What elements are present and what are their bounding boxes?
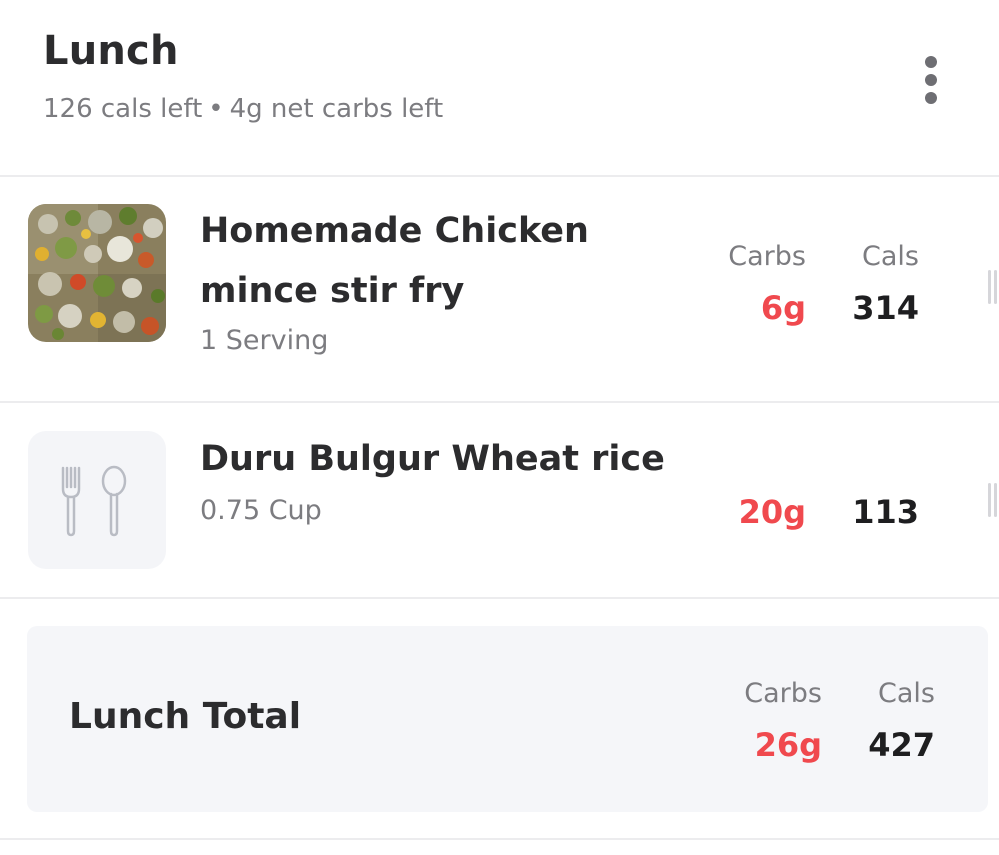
meal-header: Lunch 126 cals left • 4g net carbs left [0,0,999,177]
cals-column-label: Cals [862,241,919,272]
meal-card: Lunch 126 cals left•4g net carbs left [0,0,999,855]
drag-handle-icon[interactable] [988,483,999,517]
serving-size: 1 Serving [200,325,329,356]
food-name: Homemade Chicken mince stir fry [200,211,589,311]
carbs-value: 20g [738,493,806,531]
food-entry-row[interactable]: Duru Bulgur Wheat rice 0.75 Cup 20g 113 [0,403,999,599]
cals-column-label: Cals [878,678,935,709]
cals-left-text: 126 cals left [43,94,203,124]
serving-size: 0.75 Cup [200,495,322,526]
carbs-column-label: Carbs [744,678,822,709]
cals-value: 113 [852,493,919,531]
food-photo[interactable] [28,204,166,342]
divider [0,838,999,840]
meal-total-label: Lunch Total [69,696,302,737]
total-carbs-value: 26g [754,726,822,764]
food-name: Duru Bulgur Wheat rice [200,439,665,479]
cals-value: 314 [852,289,919,327]
total-cals-value: 427 [868,726,935,764]
food-entry-row[interactable]: Homemade Chicken mince stir fry 1 Servin… [0,177,999,403]
meal-total-panel: Lunch Total Carbs Cals 26g 427 [27,626,988,812]
meal-remaining-summary: 126 cals left • 4g net carbs left [43,94,443,124]
fork-spoon-icon [28,431,166,569]
separator-dot: • [208,94,224,124]
carbs-left-text: 4g net carbs left [229,94,444,124]
drag-handle-icon[interactable] [988,270,999,304]
meal-title: Lunch [43,28,179,74]
carbs-column-label: Carbs [728,241,806,272]
more-vertical-icon[interactable] [905,52,957,108]
carbs-value: 6g [760,289,806,327]
